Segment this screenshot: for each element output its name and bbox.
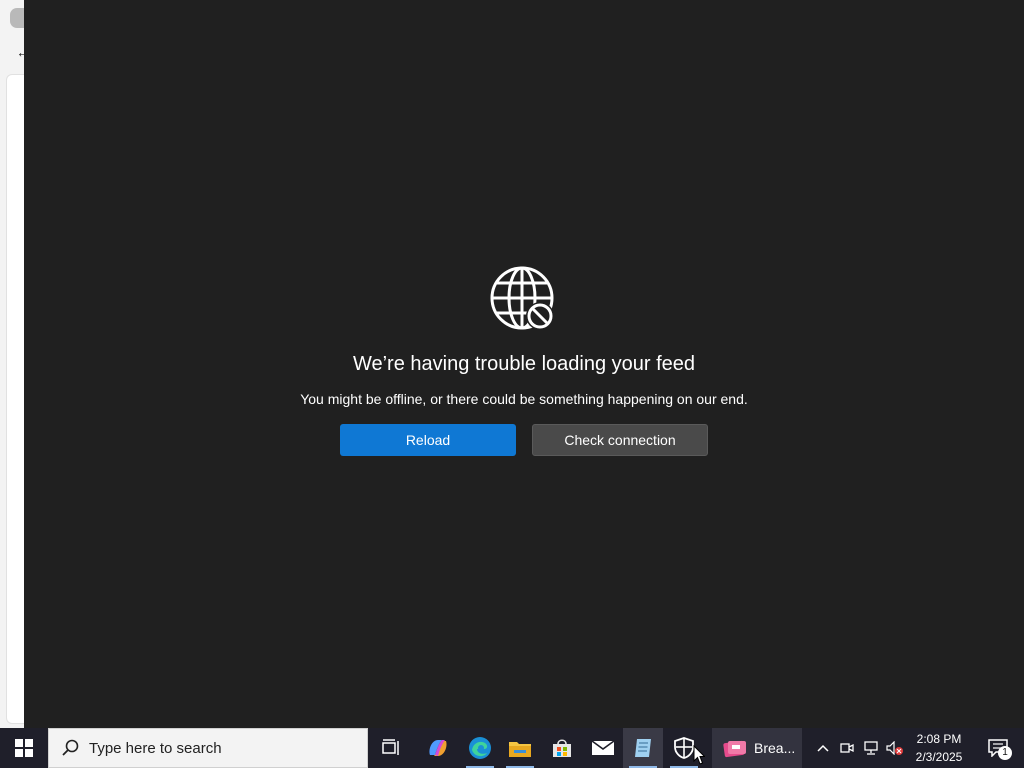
task-view-icon: [382, 739, 399, 755]
error-actions: Reload Check connection: [24, 424, 1024, 456]
reload-button[interactable]: Reload: [340, 424, 516, 456]
breakout-app-icon: [723, 740, 746, 758]
windows-logo-icon: [15, 739, 33, 757]
file-explorer-button[interactable]: [500, 728, 540, 768]
start-button[interactable]: [0, 728, 48, 768]
microsoft-store-button[interactable]: [542, 728, 582, 768]
avatar: [10, 8, 24, 28]
volume-button[interactable]: [884, 728, 906, 768]
file-explorer-icon: [509, 742, 531, 757]
feed-panel: We’re having trouble loading your feed Y…: [24, 0, 1024, 728]
running-app-button[interactable]: Brea...: [712, 728, 802, 768]
meet-now-button[interactable]: [836, 728, 858, 768]
edge-button[interactable]: [460, 728, 500, 768]
security-icon: [674, 737, 694, 759]
show-hidden-icons-button[interactable]: [812, 728, 834, 768]
copilot-button[interactable]: [418, 728, 458, 768]
desktop: ← We’re having trouble loading your feed…: [0, 0, 1024, 768]
search-placeholder: Type here to search: [89, 739, 222, 757]
mail-icon: [591, 740, 615, 755]
clock-date: 2/3/2025: [915, 750, 963, 764]
network-icon: [864, 741, 878, 755]
taskbar: Type here to search Brea... 2:08 PM 2/3/…: [0, 728, 1024, 768]
taskbar-search-box[interactable]: Type here to search: [48, 728, 368, 768]
globe-blocked-icon: [490, 266, 554, 330]
error-message: You might be offline, or there could be …: [300, 391, 748, 407]
notification-count-badge: 1: [998, 746, 1012, 760]
feed-error-state: We’re having trouble loading your feed Y…: [24, 266, 1024, 456]
clock-time: 2:08 PM: [916, 732, 962, 746]
search-icon: [62, 739, 79, 756]
error-title: We’re having trouble loading your feed: [352, 353, 696, 375]
notepad-icon: [635, 739, 651, 757]
chevron-up-icon: [817, 744, 829, 752]
mail-button[interactable]: [583, 728, 623, 768]
camera-icon: [840, 743, 854, 753]
volume-muted-icon: [886, 741, 903, 755]
running-app-label: Brea...: [754, 740, 796, 756]
action-center-button[interactable]: 1: [978, 728, 1018, 768]
copilot-icon: [429, 740, 447, 756]
microsoft-store-icon: [553, 739, 571, 757]
network-button[interactable]: [860, 728, 882, 768]
check-connection-button[interactable]: Check connection: [532, 424, 708, 456]
mouse-cursor-icon: [693, 745, 705, 765]
edge-icon: [469, 737, 491, 759]
task-view-button[interactable]: [372, 728, 412, 768]
taskbar-clock[interactable]: 2:08 PM 2/3/2025: [906, 728, 972, 768]
notepad-button[interactable]: [623, 728, 663, 768]
